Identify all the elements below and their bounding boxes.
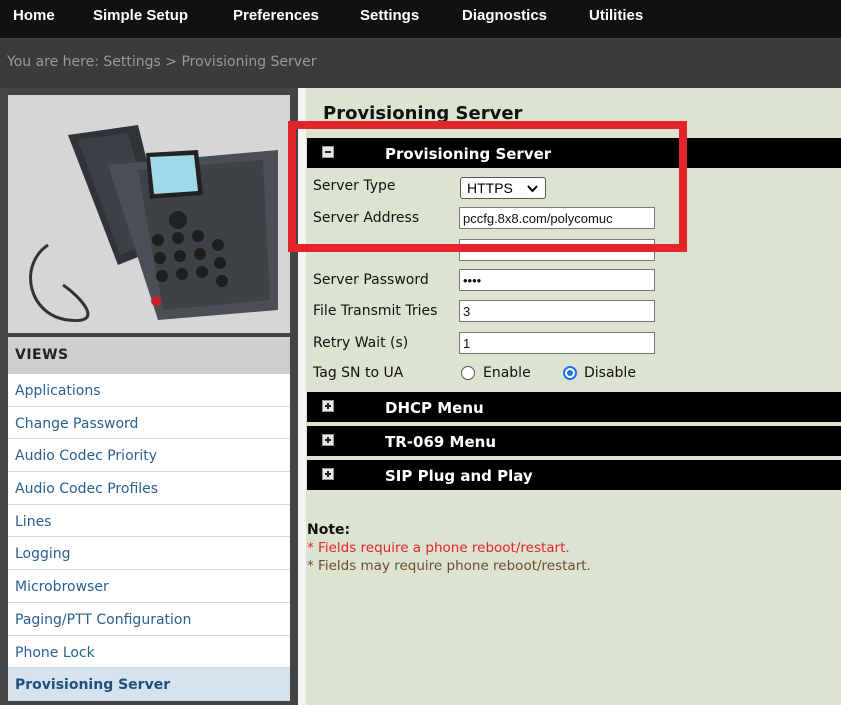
nav-settings[interactable]: Settings bbox=[360, 0, 419, 38]
tag-sn-label: Tag SN to UA bbox=[313, 365, 404, 381]
sidebar-item-applications[interactable]: Applications bbox=[8, 374, 290, 407]
top-navigation: Home Simple Setup Preferences Settings D… bbox=[0, 0, 841, 38]
sidebar-item-change-password[interactable]: Change Password bbox=[8, 406, 290, 440]
views-header: VIEWS bbox=[8, 337, 290, 374]
file-transmit-tries-label: File Transmit Tries bbox=[313, 303, 438, 319]
sidebar-menu: Applications Change Password Audio Codec… bbox=[8, 374, 290, 701]
expand-icon[interactable] bbox=[322, 400, 334, 412]
views-title: VIEWS bbox=[15, 347, 69, 363]
sidebar-item-audio-codec-profiles[interactable]: Audio Codec Profiles bbox=[8, 472, 290, 505]
section-title: TR-069 Menu bbox=[385, 433, 496, 451]
nav-utilities[interactable]: Utilities bbox=[589, 0, 643, 38]
nav-diagnostics[interactable]: Diagnostics bbox=[462, 0, 547, 38]
breadcrumb: You are here: Settings > Provisioning Se… bbox=[7, 54, 317, 70]
section-title: SIP Plug and Play bbox=[385, 467, 533, 485]
retry-wait-input[interactable] bbox=[459, 332, 655, 354]
nav-preferences[interactable]: Preferences bbox=[233, 0, 319, 38]
nav-simple-setup[interactable]: Simple Setup bbox=[93, 0, 188, 38]
phone-image bbox=[8, 95, 290, 333]
section-dhcp-menu-header[interactable]: DHCP Menu bbox=[307, 392, 841, 422]
section-tr069-menu-header[interactable]: TR-069 Menu bbox=[307, 426, 841, 456]
server-password-label: Server Password bbox=[313, 272, 429, 288]
sidebar-item-microbrowser[interactable]: Microbrowser bbox=[8, 570, 290, 603]
sidebar-item-paging-ptt[interactable]: Paging/PTT Configuration bbox=[8, 602, 290, 636]
desk-phone-illustration bbox=[29, 125, 278, 323]
expand-icon[interactable] bbox=[322, 468, 334, 480]
note-reboot-required: * Fields require a phone reboot/restart. bbox=[307, 540, 570, 556]
tag-sn-disable-radio[interactable] bbox=[563, 366, 577, 380]
note-title: Note: bbox=[307, 522, 351, 538]
tag-sn-enable-label: Enable bbox=[483, 365, 531, 381]
tag-sn-disable-label: Disable bbox=[584, 365, 636, 381]
highlight-box bbox=[288, 121, 687, 252]
section-sip-plug-and-play-header[interactable]: SIP Plug and Play bbox=[307, 460, 841, 490]
sidebar-item-provisioning-server[interactable]: Provisioning Server bbox=[8, 668, 290, 701]
breadcrumb-bar: You are here: Settings > Provisioning Se… bbox=[0, 38, 841, 88]
tag-sn-enable-radio[interactable] bbox=[461, 366, 475, 380]
note-reboot-may-require: * Fields may require phone reboot/restar… bbox=[307, 558, 591, 574]
sidebar-item-audio-codec-priority[interactable]: Audio Codec Priority bbox=[8, 439, 290, 473]
server-password-input[interactable] bbox=[459, 269, 655, 291]
nav-home[interactable]: Home bbox=[13, 0, 55, 38]
retry-wait-label: Retry Wait (s) bbox=[313, 335, 409, 351]
sidebar-item-lines[interactable]: Lines bbox=[8, 504, 290, 538]
sidebar-item-phone-lock[interactable]: Phone Lock bbox=[8, 635, 290, 669]
sidebar-item-logging[interactable]: Logging bbox=[8, 537, 290, 571]
file-transmit-tries-input[interactable] bbox=[459, 300, 655, 322]
section-title: DHCP Menu bbox=[385, 399, 484, 417]
expand-icon[interactable] bbox=[322, 434, 334, 446]
